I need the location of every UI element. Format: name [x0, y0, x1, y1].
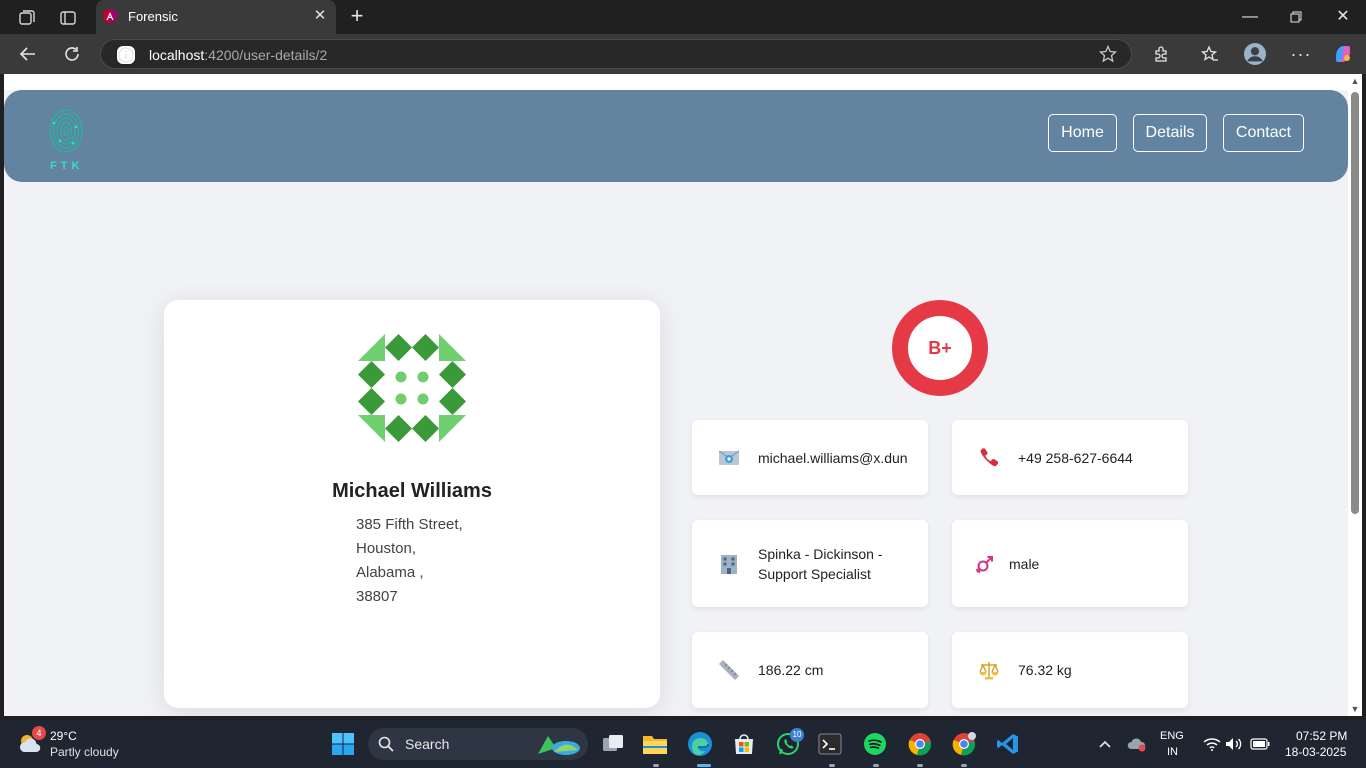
back-arrow-icon[interactable] — [17, 43, 39, 65]
refresh-icon[interactable] — [61, 43, 83, 65]
search-placeholder: Search — [405, 736, 450, 752]
clock-date: 18-03-2025 — [1285, 745, 1347, 759]
height-text: 186.22 cm — [758, 662, 824, 678]
weather-condition: Partly cloudy — [50, 745, 119, 759]
file-explorer-icon[interactable] — [642, 731, 668, 757]
profile-card: Michael Williams 385 Fifth Street, Houst… — [164, 300, 660, 708]
browser-tab[interactable]: Forensic ✕ — [96, 0, 336, 34]
scroll-thumb[interactable] — [1351, 92, 1359, 514]
onedrive-status-icon[interactable] — [1124, 731, 1150, 757]
tab-actions-icon[interactable] — [57, 7, 79, 29]
address-zip: 38807 — [356, 588, 398, 605]
site-info-icon[interactable] — [117, 46, 135, 64]
language-region: IN — [1167, 746, 1178, 758]
weight-card: 76.32 kg — [952, 632, 1188, 708]
spotify-icon[interactable] — [862, 731, 888, 757]
company-card: Spinka - Dickinson - Support Specialist — [692, 520, 928, 607]
clock-time[interactable]: 07:52 PM — [1296, 729, 1347, 743]
weight-text: 76.32 kg — [1018, 662, 1072, 678]
address-bar[interactable]: localhost:4200/user-details/2 — [100, 39, 1132, 69]
copilot-icon[interactable] — [1332, 43, 1354, 65]
extensions-icon[interactable] — [1150, 43, 1172, 65]
microsoft-store-icon[interactable] — [731, 731, 757, 757]
page-viewport: FTK Home Details Contact Michael William… — [4, 74, 1348, 716]
battery-icon[interactable] — [1247, 731, 1273, 757]
company-name: Spinka - Dickinson - — [758, 546, 883, 562]
workspaces-icon[interactable] — [16, 7, 38, 29]
edge-browser-icon[interactable] — [687, 731, 713, 757]
weather-badge: 4 — [32, 726, 46, 740]
page-scrollbar[interactable]: ▲ ▼ — [1348, 74, 1362, 716]
minimize-button[interactable]: — — [1238, 6, 1262, 28]
task-view-icon[interactable] — [600, 731, 626, 757]
email-card: michael.williams@x.dun — [692, 420, 928, 495]
tab-title: Forensic — [128, 9, 178, 24]
search-icon — [378, 736, 394, 752]
chrome-icon[interactable] — [907, 731, 933, 757]
chrome-profile-icon[interactable] — [951, 731, 977, 757]
vscode-icon[interactable] — [995, 731, 1021, 757]
blood-group-value: B+ — [928, 337, 952, 358]
phone-text: +49 258-627-6644 — [1018, 450, 1133, 466]
url-text: localhost:4200/user-details/2 — [149, 47, 328, 63]
office-building-icon — [721, 555, 737, 574]
gender-icon — [975, 556, 993, 574]
terminal-icon[interactable] — [817, 731, 843, 757]
favorite-star-icon[interactable] — [1099, 45, 1117, 63]
blood-group-badge: B+ — [892, 300, 988, 396]
browser-tab-bar: Forensic ✕ + — ✕ — [0, 0, 1366, 34]
phone-card: +49 258-627-6644 — [952, 420, 1188, 495]
height-card: 186.22 cm — [692, 632, 928, 708]
gender-card: male — [952, 520, 1188, 607]
user-name: Michael Williams — [332, 480, 492, 502]
nav-home-button[interactable]: Home — [1048, 114, 1117, 152]
email-icon — [718, 450, 740, 465]
start-windows-icon[interactable] — [330, 731, 356, 757]
browser-toolbar: localhost:4200/user-details/2 ··· — [0, 34, 1366, 74]
favorites-icon[interactable] — [1199, 43, 1221, 65]
nav-contact-button[interactable]: Contact — [1223, 114, 1304, 152]
windows-taskbar: 4 29°C Partly cloudy Search 10 ENG IN 07… — [0, 720, 1366, 768]
whatsapp-badge: 10 — [790, 728, 804, 742]
phone-icon — [980, 448, 999, 467]
address-city: Houston, — [356, 540, 417, 557]
logo-text: FTK — [50, 160, 84, 172]
scroll-up-icon[interactable]: ▲ — [1350, 76, 1360, 86]
language-code[interactable]: ENG — [1160, 730, 1184, 742]
angular-favicon-icon — [103, 9, 117, 24]
job-title: Support Specialist — [758, 566, 871, 582]
identicon-avatar — [358, 334, 466, 442]
ruler-icon — [719, 660, 739, 680]
volume-icon[interactable] — [1221, 731, 1247, 757]
taskbar-search[interactable]: Search — [368, 728, 588, 760]
scroll-down-icon[interactable]: ▼ — [1350, 704, 1360, 714]
restore-button[interactable] — [1284, 6, 1308, 28]
temperature: 29°C — [50, 729, 77, 743]
nav-details-button[interactable]: Details — [1133, 114, 1207, 152]
close-tab-icon[interactable]: ✕ — [312, 8, 328, 24]
address-state: Alabama , — [356, 564, 424, 581]
profile-avatar[interactable] — [1244, 43, 1266, 65]
email-text: michael.williams@x.dun — [758, 450, 908, 466]
new-tab-button[interactable]: + — [346, 5, 368, 28]
weather-widget[interactable]: 4 29°C Partly cloudy — [16, 726, 156, 762]
balance-scale-icon — [979, 662, 999, 680]
gender-text: male — [1009, 556, 1040, 572]
search-highlight-art — [538, 736, 580, 755]
show-hidden-icons-chevron-icon[interactable] — [1092, 731, 1118, 757]
more-options-icon[interactable]: ··· — [1290, 43, 1312, 65]
address-street: 385 Fifth Street, — [356, 516, 463, 533]
close-window-button[interactable]: ✕ — [1331, 6, 1355, 28]
site-header: FTK Home Details Contact — [4, 90, 1348, 182]
